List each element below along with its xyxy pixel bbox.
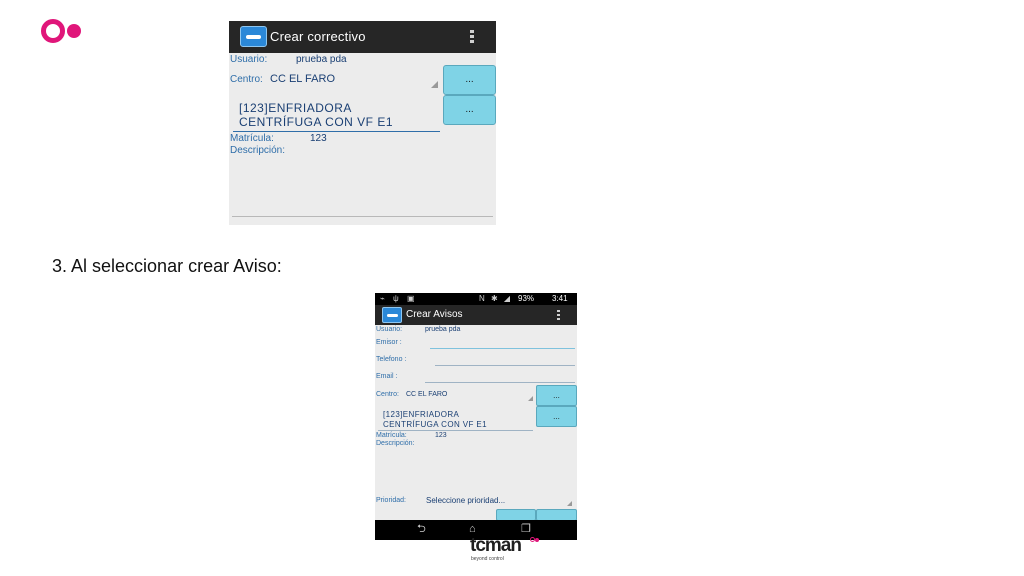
centro-label: Centro: xyxy=(376,391,399,398)
prioridad-spinner[interactable]: Seleccione prioridad... xyxy=(426,496,505,505)
slide: Crear correctivo Usuario: prueba pda Cen… xyxy=(0,0,1024,576)
action-bar: Crear Avisos xyxy=(375,305,577,325)
status-icons-right: N ✱ ◢ xyxy=(479,294,513,303)
recents-icon[interactable]: ❐ xyxy=(521,524,531,535)
maquina-line2: CENTRÍFUGA CON VF E1 xyxy=(383,420,488,429)
usuario-value: prueba pda xyxy=(296,54,347,65)
brand-logo-icon xyxy=(41,18,85,46)
overflow-menu-icon[interactable] xyxy=(557,310,560,322)
spinner-arrow-icon xyxy=(528,396,533,401)
matricula-value: 123 xyxy=(435,432,447,439)
maquina-select-button[interactable]: ... xyxy=(443,95,496,125)
clock: 3:41 xyxy=(552,294,568,303)
tcman-logo: tcman beyond control xyxy=(470,535,550,565)
prioridad-label: Prioridad: xyxy=(376,497,406,504)
emisor-label: Emisor : xyxy=(376,339,402,346)
maquina-select-button[interactable]: ... xyxy=(536,406,577,427)
overflow-menu-icon[interactable] xyxy=(470,30,474,45)
app-icon xyxy=(382,307,402,323)
home-icon[interactable]: ⌂ xyxy=(469,524,476,535)
telefono-label: Telefono : xyxy=(376,356,407,363)
screen-title: Crear Avisos xyxy=(406,309,463,320)
caption: 3. Al seleccionar crear Aviso: xyxy=(52,256,282,276)
centro-spinner[interactable]: CC EL FARO xyxy=(270,73,335,85)
email-label: Email : xyxy=(376,373,398,380)
maquina-line1: [123]ENFRIADORA xyxy=(239,101,352,115)
usuario-label: Usuario: xyxy=(230,54,268,65)
matricula-label: Matrícula: xyxy=(376,432,407,439)
descripcion-label: Descripción: xyxy=(376,440,415,447)
maquina-field-underline xyxy=(378,430,533,431)
status-bar: ⌁ ψ ▣ N ✱ ◢ 93% 3:41 xyxy=(375,293,577,305)
app-icon xyxy=(240,26,267,47)
brand-dots-icon xyxy=(530,537,540,543)
centro-label: Centro: xyxy=(230,74,263,85)
usuario-label: Usuario: xyxy=(376,326,403,333)
telefono-field[interactable] xyxy=(435,365,575,366)
matricula-value: 123 xyxy=(310,133,327,144)
centro-select-button[interactable]: ... xyxy=(443,65,496,95)
descripcion-field-underline[interactable] xyxy=(232,216,493,217)
screen-title: Crear correctivo xyxy=(270,29,366,44)
descripcion-label: Descripción: xyxy=(230,145,286,156)
maquina-field-underline xyxy=(233,131,440,132)
brand-name: tcman xyxy=(470,535,522,556)
battery-level: 93% xyxy=(518,294,535,303)
status-icons-left: ⌁ ψ ▣ xyxy=(380,294,418,303)
maquina-line1: [123]ENFRIADORA xyxy=(383,410,460,419)
centro-select-button[interactable]: ... xyxy=(536,385,577,406)
action-bar: Crear correctivo xyxy=(229,21,496,53)
brand-tagline: beyond control xyxy=(471,556,504,562)
matricula-label: Matrícula: xyxy=(230,133,274,144)
centro-spinner[interactable]: CC EL FARO xyxy=(406,391,447,398)
emisor-field[interactable] xyxy=(430,348,575,349)
screenshot-crear-avisos: ⌁ ψ ▣ N ✱ ◢ 93% 3:41 Crear Avisos Usuari… xyxy=(375,293,577,540)
email-field[interactable] xyxy=(425,382,575,383)
spinner-arrow-icon xyxy=(431,81,438,88)
spinner-arrow-icon xyxy=(567,501,572,506)
screenshot-crear-correctivo: Crear correctivo Usuario: prueba pda Cen… xyxy=(229,21,496,225)
back-icon[interactable]: ⮌ xyxy=(417,524,426,535)
maquina-line2: CENTRÍFUGA CON VF E1 xyxy=(239,115,394,129)
usuario-value: prueba pda xyxy=(425,326,461,333)
